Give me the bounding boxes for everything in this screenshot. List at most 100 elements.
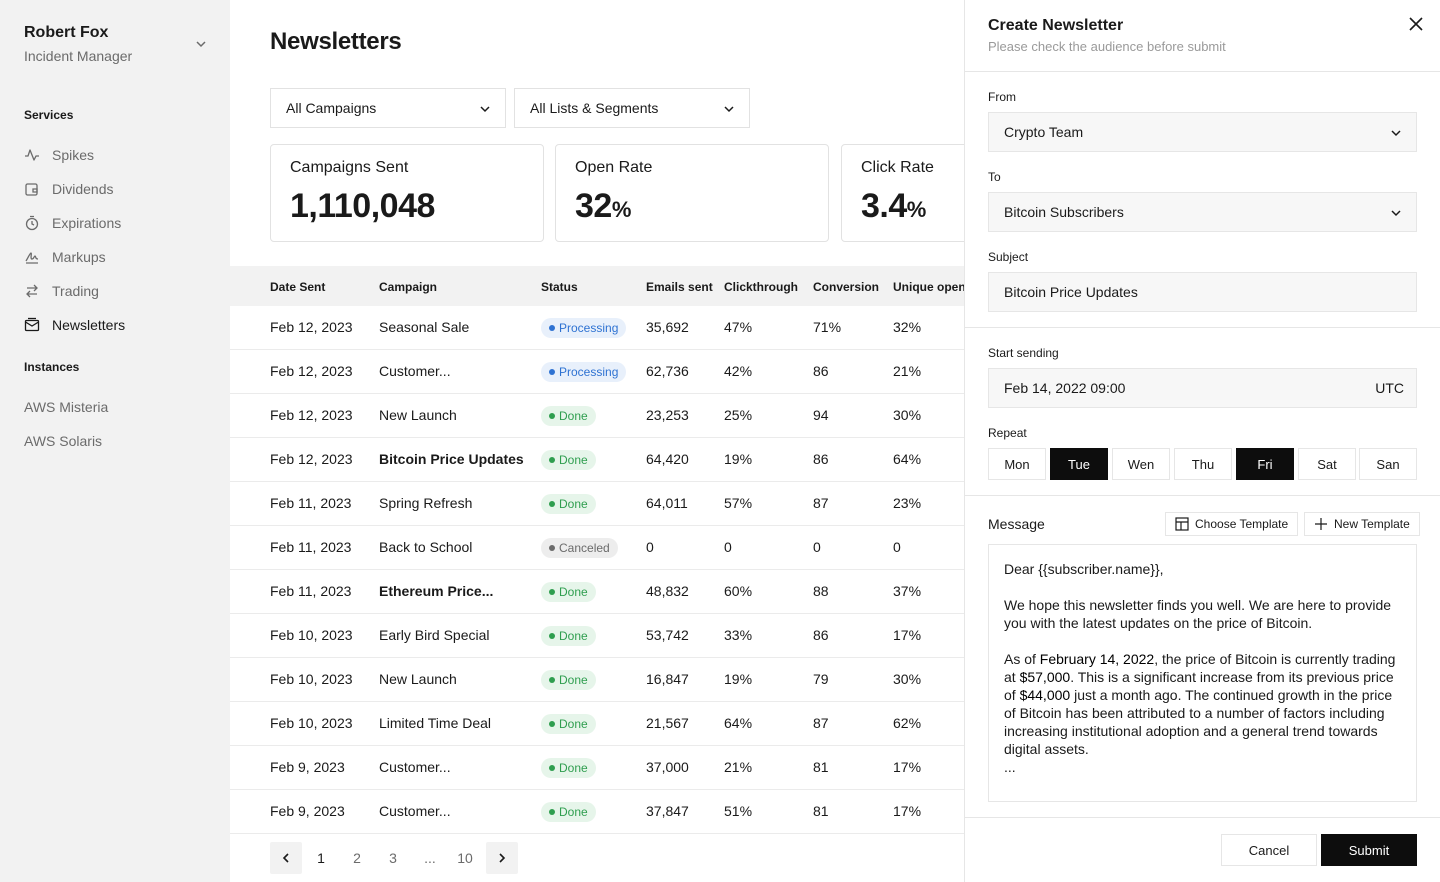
cell-campaign[interactable]: Limited Time Deal: [379, 715, 491, 731]
table-row[interactable]: Feb 9, 2023 Customer... Done 37,847 51% 81 17%: [230, 790, 964, 834]
sidebar-item-aws-misteria[interactable]: AWS Misteria: [24, 399, 108, 415]
choose-template-label: Choose Template: [1195, 517, 1289, 531]
table-row[interactable]: Feb 11, 2023 Spring Refresh Done 64,011 57% 8…: [230, 482, 964, 526]
message-editor[interactable]: Dear {{subscriber.name}}, We hope this n…: [988, 544, 1417, 802]
column-header-clickthrough[interactable]: Clickthrough: [724, 280, 798, 294]
table-row[interactable]: Feb 10, 2023 New Launch Done 16,847 19% 79 30%: [230, 658, 964, 702]
status-badge: Done: [541, 802, 596, 822]
sidebar-item-dividends[interactable]: Dividends: [24, 177, 113, 201]
cell-unique-opens: 32%: [893, 319, 922, 335]
table-row[interactable]: Feb 10, 2023 Limited Time Deal Done 21,567 6…: [230, 702, 964, 746]
cell-emails-sent: 21,567: [646, 715, 689, 731]
timer-icon: [24, 215, 40, 231]
page-3-button[interactable]: 3: [386, 842, 400, 874]
cancel-button[interactable]: Cancel: [1221, 834, 1317, 866]
repeat-day-fri[interactable]: Fri: [1236, 448, 1294, 480]
status-badge: Done: [541, 450, 596, 470]
sidebar-item-aws-solaris[interactable]: AWS Solaris: [24, 433, 102, 449]
column-header-unique-opens[interactable]: Unique opens: [893, 280, 964, 294]
sidebar-item-label: Trading: [52, 283, 99, 299]
cell-campaign[interactable]: Seasonal Sale: [379, 319, 469, 335]
cell-campaign[interactable]: Customer...: [379, 803, 451, 819]
cell-emails-sent: 64,011: [646, 495, 688, 511]
new-template-button[interactable]: New Template: [1304, 512, 1420, 536]
user-switcher[interactable]: Robert Fox Incident Manager: [24, 24, 209, 64]
cell-campaign[interactable]: Early Bird Special: [379, 627, 490, 643]
repeat-day-mon[interactable]: Mon: [988, 448, 1046, 480]
cell-campaign[interactable]: New Launch: [379, 407, 457, 423]
cell-campaign[interactable]: Back to School: [379, 539, 472, 555]
plus-icon: [1314, 517, 1328, 531]
table-row[interactable]: Feb 12, 2023 New Launch Done 23,253 25% 94 30%: [230, 394, 964, 438]
layout-template-icon: [1175, 517, 1189, 531]
cell-date-sent: Feb 12, 2023: [270, 451, 353, 467]
cell-conversion: 87: [813, 715, 829, 731]
sidebar-item-newsletters[interactable]: Newsletters: [24, 313, 125, 337]
repeat-day-wen[interactable]: Wen: [1112, 448, 1170, 480]
sidebar-item-markups[interactable]: Markups: [24, 245, 106, 269]
stat-value: 3.4%: [861, 187, 926, 225]
sidebar-item-expirations[interactable]: Expirations: [24, 211, 121, 235]
chevron-down-icon: [1391, 210, 1401, 217]
next-page-button[interactable]: [486, 842, 518, 874]
to-select[interactable]: Bitcoin Subscribers: [988, 192, 1417, 232]
column-header-status[interactable]: Status: [541, 280, 578, 294]
status-badge: Done: [541, 582, 596, 602]
table-row[interactable]: Feb 12, 2023 Bitcoin Price Updates Done 64,…: [230, 438, 964, 482]
choose-template-button[interactable]: Choose Template: [1165, 512, 1299, 536]
prev-page-button[interactable]: [270, 842, 302, 874]
lists-segments-filter-select[interactable]: All Lists & Segments: [514, 88, 750, 128]
repeat-day-sat[interactable]: Sat: [1298, 448, 1356, 480]
sidebar-item-trading[interactable]: Trading: [24, 279, 99, 303]
cell-clickthrough: 51%: [724, 803, 753, 819]
column-header-date-sent[interactable]: Date Sent: [270, 280, 325, 294]
table-row[interactable]: Feb 12, 2023 Customer... Processing 62,736 4…: [230, 350, 964, 394]
cell-campaign[interactable]: Bitcoin Price Updates: [379, 451, 524, 467]
repeat-day-thu[interactable]: Thu: [1174, 448, 1232, 480]
cell-campaign[interactable]: New Launch: [379, 671, 457, 687]
repeat-day-san[interactable]: San: [1359, 448, 1417, 480]
cell-date-sent: Feb 12, 2023: [270, 319, 353, 335]
page-2-button[interactable]: 2: [350, 842, 364, 874]
cell-unique-opens: 64%: [893, 451, 922, 467]
table-row[interactable]: Feb 11, 2023 Ethereum Price... Done 48,832 6…: [230, 570, 964, 614]
main-content: Newsletters All Campaigns All Lists & Se…: [230, 0, 964, 882]
table-row[interactable]: Feb 12, 2023 Seasonal Sale Processing 35,69…: [230, 306, 964, 350]
page-10-button[interactable]: 10: [454, 842, 476, 874]
services-section-label: Services: [24, 108, 74, 122]
subject-input[interactable]: Bitcoin Price Updates: [988, 272, 1417, 312]
cell-campaign[interactable]: Customer...: [379, 759, 451, 775]
cell-campaign[interactable]: Customer...: [379, 363, 451, 379]
cell-campaign[interactable]: Spring Refresh: [379, 495, 472, 511]
table-row[interactable]: Feb 10, 2023 Early Bird Special Done 53,742…: [230, 614, 964, 658]
cell-date-sent: Feb 9, 2023: [270, 759, 345, 775]
filter-value: All Lists & Segments: [530, 100, 659, 116]
signature-icon: [24, 249, 40, 265]
column-header-emails-sent[interactable]: Emails sent: [646, 280, 713, 294]
stat-card-open-rate: Open Rate 32%: [555, 144, 829, 242]
table-row[interactable]: Feb 9, 2023 Customer... Done 37,000 21% 81 17%: [230, 746, 964, 790]
from-select[interactable]: Crypto Team: [988, 112, 1417, 152]
cell-emails-sent: 64,420: [646, 451, 689, 467]
cell-unique-opens: 17%: [893, 759, 922, 775]
start-datetime-input[interactable]: Feb 14, 2022 09:00 UTC: [988, 368, 1417, 408]
cell-campaign[interactable]: Ethereum Price...: [379, 583, 493, 599]
column-header-campaign[interactable]: Campaign: [379, 280, 437, 294]
arrows-exchange-icon: [24, 283, 40, 299]
campaigns-filter-select[interactable]: All Campaigns: [270, 88, 506, 128]
chevron-right-icon: [499, 853, 506, 863]
page-1-button[interactable]: 1: [314, 842, 328, 874]
sidebar-item-spikes[interactable]: Spikes: [24, 143, 94, 167]
table-header: Date Sent Campaign Status Emails sent Cl…: [230, 266, 964, 306]
cell-clickthrough: 57%: [724, 495, 753, 511]
chevron-left-icon: [282, 853, 289, 863]
repeat-day-tue[interactable]: Tue: [1050, 448, 1108, 480]
submit-button[interactable]: Submit: [1321, 834, 1417, 866]
from-label: From: [988, 90, 1016, 104]
close-icon[interactable]: [1408, 16, 1424, 32]
cell-date-sent: Feb 9, 2023: [270, 803, 345, 819]
cell-date-sent: Feb 12, 2023: [270, 363, 353, 379]
app: Robert Fox Incident Manager Services Spi…: [0, 0, 1440, 882]
table-row[interactable]: Feb 11, 2023 Back to School Canceled 0 0 0 0: [230, 526, 964, 570]
column-header-conversion[interactable]: Conversion: [813, 280, 879, 294]
